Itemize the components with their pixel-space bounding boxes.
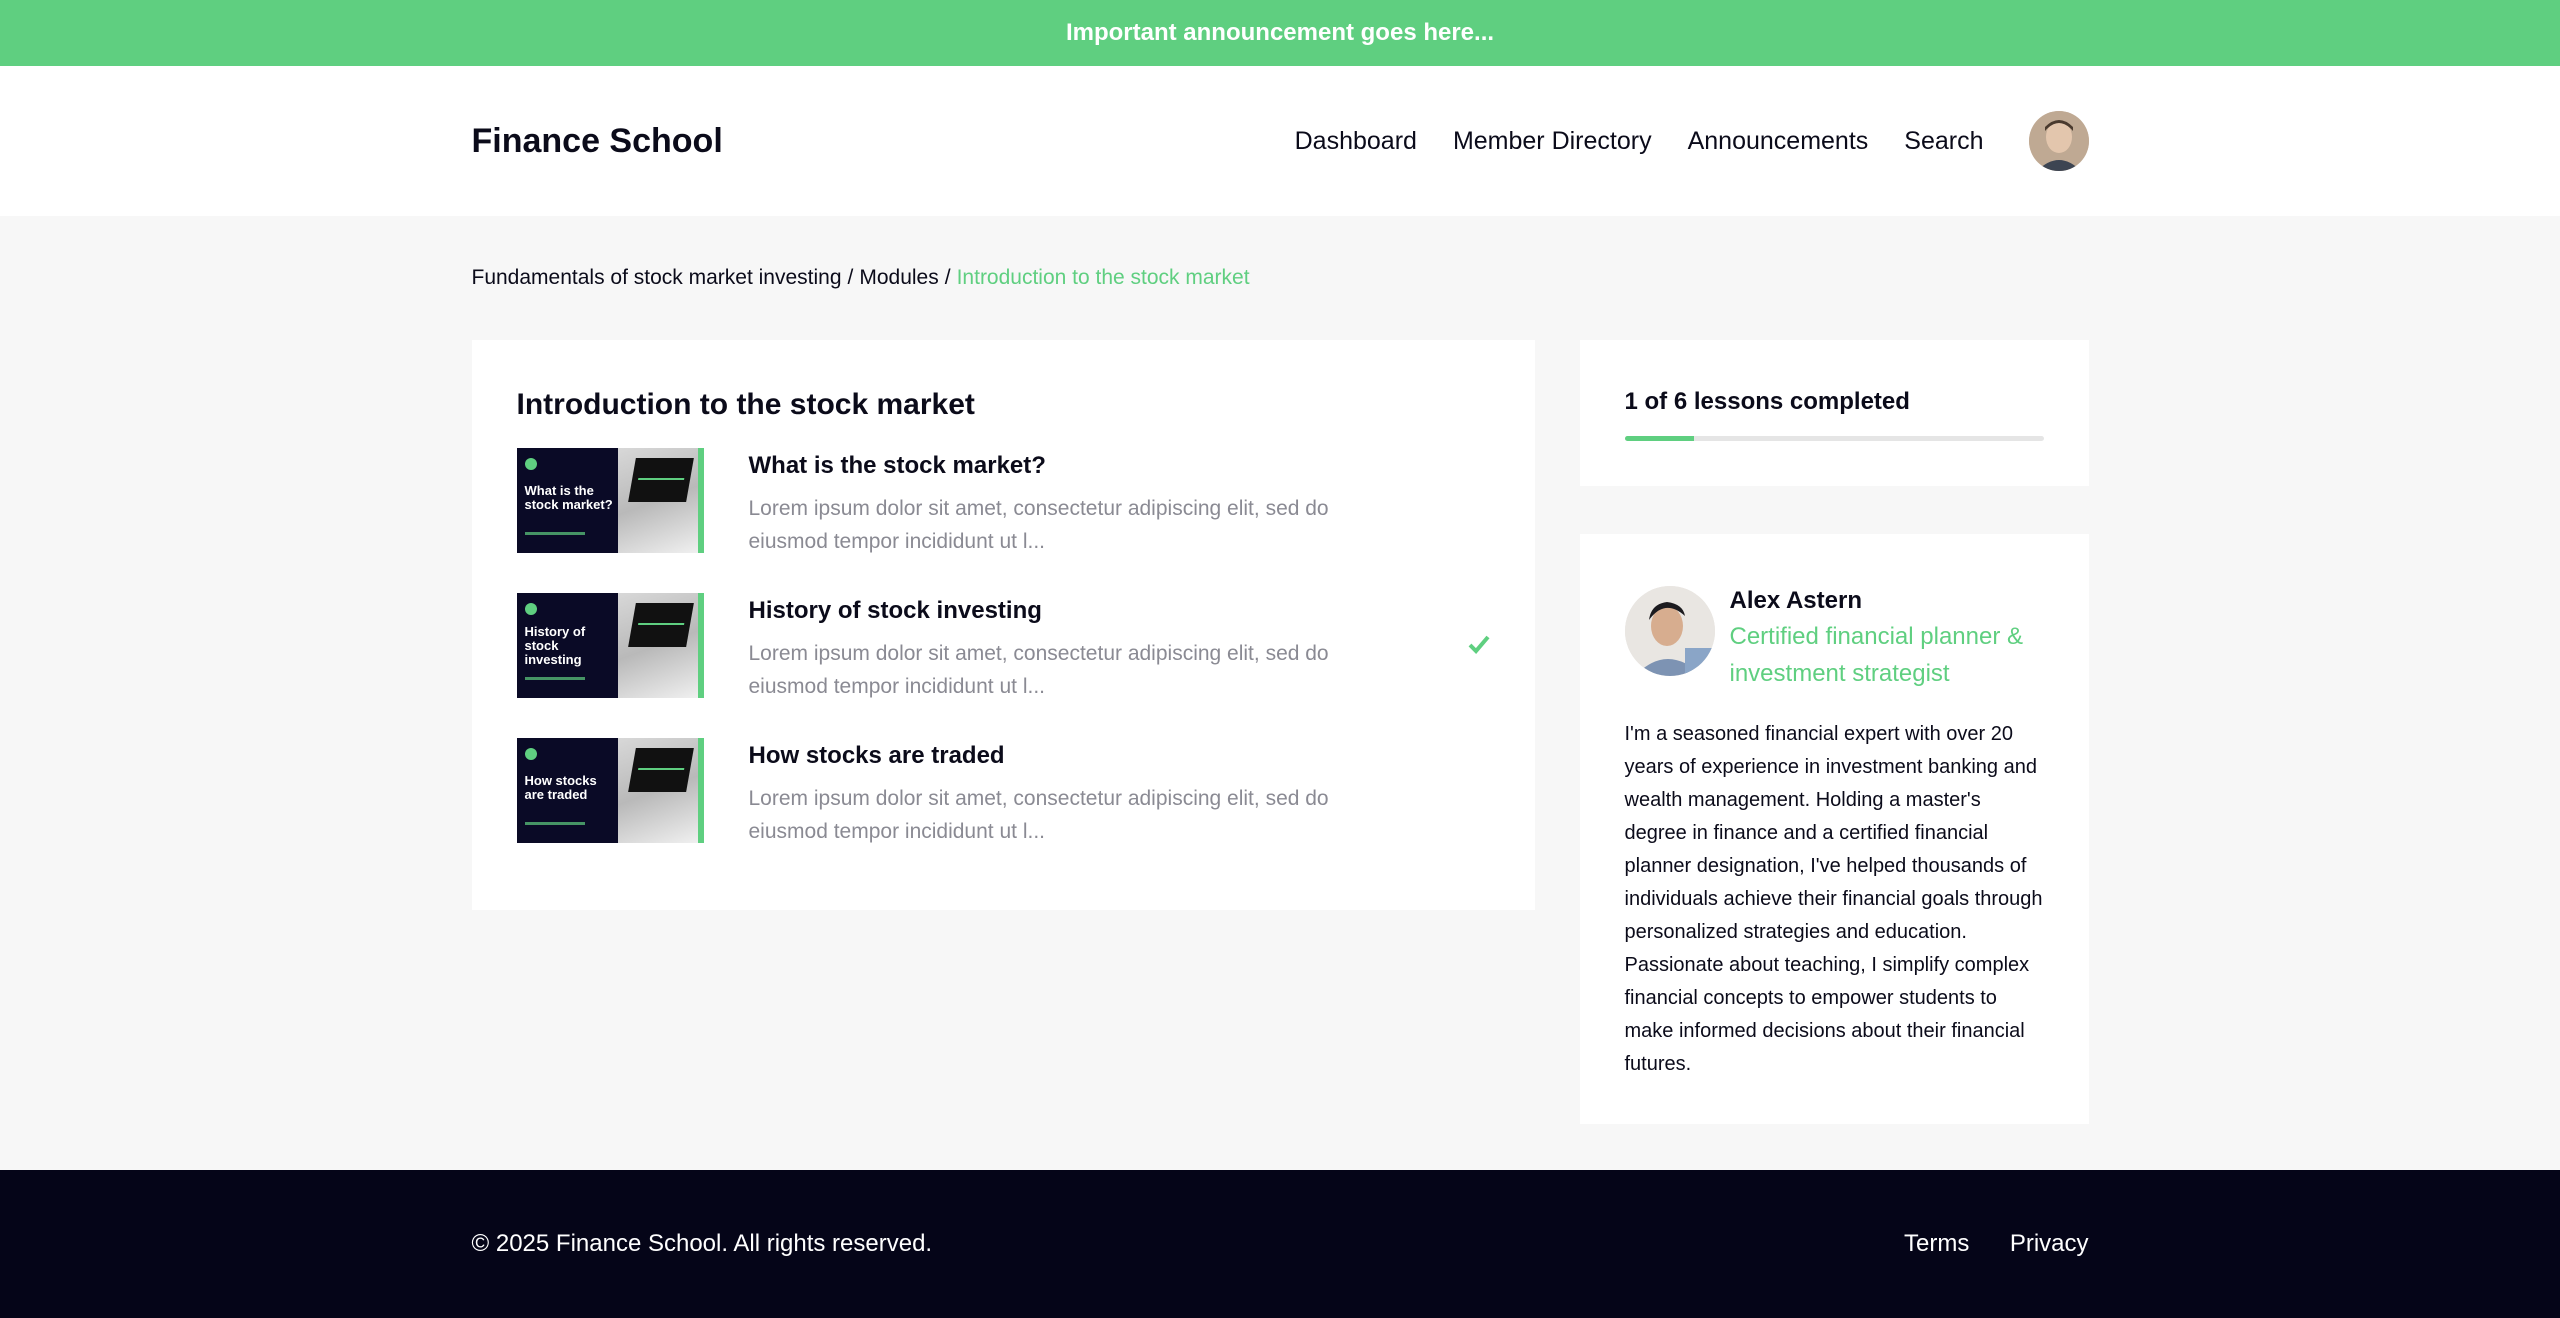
thumb-underline xyxy=(524,822,585,825)
lesson-item[interactable]: History of stock investing History of st… xyxy=(516,593,1490,698)
thumb-logo-icon xyxy=(524,748,537,760)
breadcrumb-course[interactable]: Fundamentals of stock market investing xyxy=(472,266,842,289)
lesson-item[interactable]: What is the stock market? What is the st… xyxy=(516,448,1490,553)
avatar-icon xyxy=(2028,111,2089,171)
lesson-description: Lorem ipsum dolor sit amet, consectetur … xyxy=(748,642,1329,698)
lesson-item[interactable]: How stocks are traded How stocks are tra… xyxy=(516,738,1490,843)
announcement-bar: Important announcement goes here... xyxy=(0,0,2560,66)
lesson-thumbnail[interactable]: How stocks are traded xyxy=(516,738,704,843)
copyright: © 2025 Finance School. All rights reserv… xyxy=(471,1230,933,1257)
thumb-title: How stocks are traded xyxy=(524,773,597,802)
lesson-thumbnail[interactable]: What is the stock market? xyxy=(516,448,704,553)
thumb-logo-icon xyxy=(524,603,537,615)
progress-label: 1 of 6 lessons completed xyxy=(1624,388,1910,415)
nav-search[interactable]: Search xyxy=(1904,127,1983,156)
announcement-text: Important announcement goes here... xyxy=(1065,19,1495,46)
thumb-title: History of stock investing xyxy=(524,624,586,667)
site-footer: © 2025 Finance School. All rights reserv… xyxy=(0,1170,2560,1318)
breadcrumb-separator: / xyxy=(847,266,854,289)
thumb-title: What is the stock market? xyxy=(524,483,613,512)
author-photo-icon xyxy=(1624,586,1715,676)
progress-card: 1 of 6 lessons completed xyxy=(1579,340,2089,486)
laptop-image xyxy=(617,593,698,698)
module-title: Introduction to the stock market xyxy=(516,388,975,421)
author-role: Certified financial planner & investment… xyxy=(1729,623,2024,687)
nav-member-directory[interactable]: Member Directory xyxy=(1453,127,1652,156)
lesson-title[interactable]: How stocks are traded xyxy=(749,742,1369,770)
thumb-logo-icon xyxy=(524,458,537,470)
author-name: Alex Astern xyxy=(1729,587,1863,614)
lesson-description: Lorem ipsum dolor sit amet, consectetur … xyxy=(748,497,1329,553)
lesson-thumbnail[interactable]: History of stock investing xyxy=(516,593,704,698)
thumb-underline xyxy=(524,677,585,680)
site-header: Finance School Dashboard Member Director… xyxy=(0,66,2560,216)
main-content: Fundamentals of stock market investing / M… xyxy=(0,216,2560,1170)
thumb-underline xyxy=(524,532,585,535)
nav-announcements[interactable]: Announcements xyxy=(1688,127,1869,156)
main-nav: Dashboard Member Directory Announcements… xyxy=(1295,111,2089,171)
progress-bar-fill xyxy=(1624,436,1695,441)
brand-logo[interactable]: Finance School xyxy=(472,122,723,161)
laptop-image xyxy=(617,448,698,553)
user-avatar[interactable] xyxy=(2028,111,2089,171)
author-photo xyxy=(1624,586,1715,676)
laptop-image xyxy=(617,738,698,843)
lesson-description: Lorem ipsum dolor sit amet, consectetur … xyxy=(748,787,1329,843)
footer-terms-link[interactable]: Terms xyxy=(1904,1230,1969,1257)
lesson-title[interactable]: History of stock investing xyxy=(749,597,1369,625)
breadcrumb-current: Introduction to the stock market xyxy=(956,266,1250,289)
breadcrumb-separator: / xyxy=(944,266,951,289)
footer-links: Terms Privacy xyxy=(1868,1230,2088,1258)
author-card: Alex Astern Certified financial planner … xyxy=(1579,534,2089,1124)
breadcrumb: Fundamentals of stock market investing / M… xyxy=(472,266,1250,290)
breadcrumb-modules[interactable]: Modules xyxy=(859,266,938,289)
nav-dashboard[interactable]: Dashboard xyxy=(1295,127,1417,156)
module-card: Introduction to the stock market What is… xyxy=(471,340,1535,910)
footer-privacy-link[interactable]: Privacy xyxy=(2010,1230,2089,1257)
lesson-title[interactable]: What is the stock market? xyxy=(749,452,1369,480)
check-icon xyxy=(1468,633,1490,655)
progress-bar xyxy=(1624,436,2044,441)
author-bio: I'm a seasoned financial expert with ove… xyxy=(1624,723,2043,1075)
